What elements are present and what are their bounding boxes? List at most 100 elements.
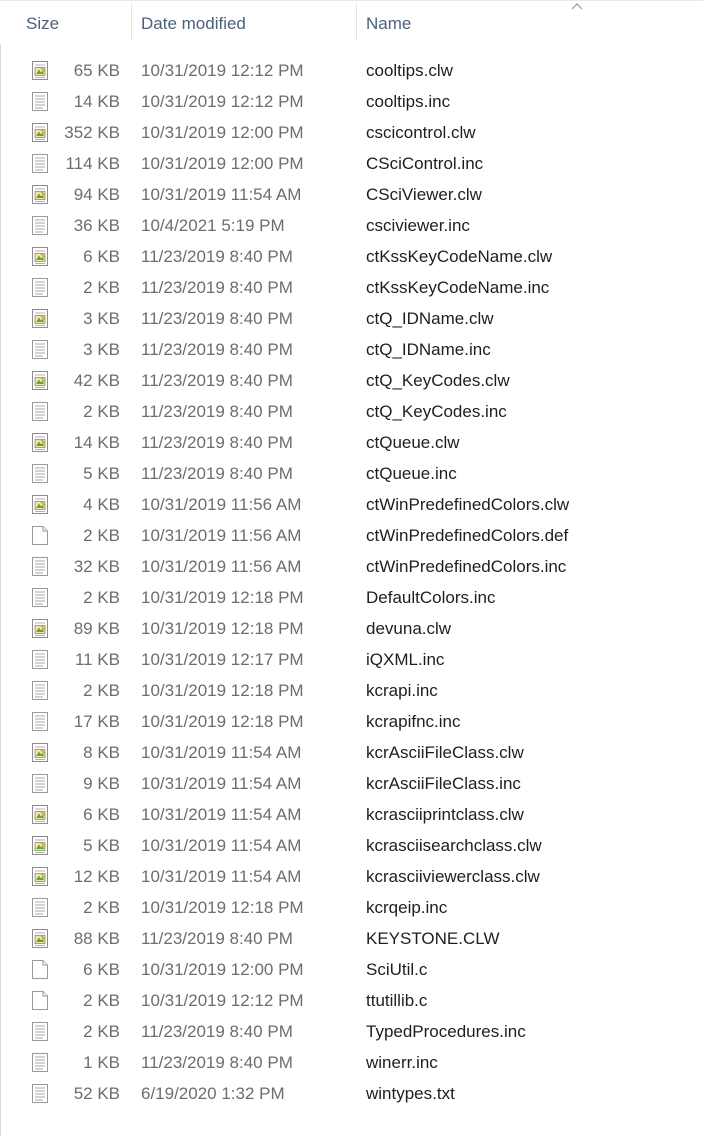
- file-name: SciUtil.c: [366, 960, 428, 979]
- size-column-header[interactable]: Size: [0, 0, 131, 44]
- file-date-modified: 11/23/2019 8:40 PM: [141, 1022, 293, 1041]
- file-row[interactable]: 4 KB 10/31/2019 11:56 AM ctWinPredefinedCo…: [0, 489, 703, 520]
- file-row[interactable]: 2 KB 10/31/2019 11:56 AM ctWinPredefinedCo…: [0, 520, 703, 551]
- file-size: 52 KB: [73, 1084, 120, 1103]
- file-row[interactable]: 6 KB 11/23/2019 8:40 PM ctKssKeyCodeName.c…: [0, 241, 703, 272]
- file-date-modified: 11/23/2019 8:40 PM: [141, 433, 293, 452]
- date-modified-column-header[interactable]: Date modified: [132, 0, 356, 44]
- file-size: 8 KB: [83, 743, 120, 762]
- file-size: 89 KB: [73, 619, 120, 638]
- file-size: 2 KB: [83, 526, 120, 545]
- text-file-icon: [32, 278, 48, 297]
- file-row[interactable]: 3 KB 11/23/2019 8:40 PM ctQ_IDName.inc: [0, 334, 703, 365]
- file-size: 2 KB: [83, 402, 120, 421]
- file-size: 2 KB: [83, 898, 120, 917]
- file-row[interactable]: 88 KB 11/23/2019 8:40 PM KEYSTONE.CLW: [0, 923, 703, 954]
- text-file-icon: [32, 681, 48, 700]
- file-row[interactable]: 65 KB 10/31/2019 12:12 PM cooltips.clw: [0, 55, 703, 86]
- file-row[interactable]: 114 KB 10/31/2019 12:00 PM CSciControl.inc: [0, 148, 703, 179]
- file-size: 9 KB: [83, 774, 120, 793]
- file-size: 2 KB: [83, 681, 120, 700]
- file-row[interactable]: 2 KB 11/23/2019 8:40 PM TypedProcedures.in…: [0, 1016, 703, 1047]
- file-size: 12 KB: [73, 867, 120, 886]
- file-row[interactable]: 6 KB 10/31/2019 12:00 PM SciUtil.c: [0, 954, 703, 985]
- file-row[interactable]: 5 KB 10/31/2019 11:54 AM kcrasciisearchcla…: [0, 830, 703, 861]
- file-size: 3 KB: [83, 309, 120, 328]
- file-row[interactable]: 5 KB 11/23/2019 8:40 PM ctQueue.inc: [0, 458, 703, 489]
- file-row[interactable]: 17 KB 10/31/2019 12:18 PM kcrapifnc.inc: [0, 706, 703, 737]
- file-size: 42 KB: [73, 371, 120, 390]
- clw-file-icon: [32, 123, 48, 142]
- file-name: kcrqeip.inc: [366, 898, 448, 917]
- file-size: 36 KB: [73, 216, 120, 235]
- file-row[interactable]: 6 KB 10/31/2019 11:54 AM kcrasciiprintclas…: [0, 799, 703, 830]
- file-date-modified: 10/31/2019 12:18 PM: [141, 619, 304, 638]
- file-row[interactable]: 14 KB 10/31/2019 12:12 PM cooltips.inc: [0, 86, 703, 117]
- text-file-icon: [32, 340, 48, 359]
- file-name: ctQ_KeyCodes.clw: [366, 371, 510, 390]
- clw-file-icon: [32, 495, 48, 514]
- file-name: iQXML.inc: [366, 650, 445, 669]
- text-file-icon: [32, 92, 48, 111]
- file-name: ctQ_IDName.inc: [366, 340, 491, 359]
- text-file-icon: [32, 1084, 48, 1103]
- file-row[interactable]: 2 KB 10/31/2019 12:12 PM ttutillib.c: [0, 985, 703, 1016]
- blank-file-icon: [32, 960, 48, 979]
- file-row[interactable]: 2 KB 10/31/2019 12:18 PM kcrqeip.inc: [0, 892, 703, 923]
- file-row[interactable]: 36 KB 10/4/2021 5:19 PM csciviewer.inc: [0, 210, 703, 241]
- file-row[interactable]: 2 KB 11/23/2019 8:40 PM ctQ_KeyCodes.inc: [0, 396, 703, 427]
- text-file-icon: [32, 216, 48, 235]
- file-name: ctWinPredefinedColors.clw: [366, 495, 570, 514]
- file-row[interactable]: 8 KB 10/31/2019 11:54 AM kcrAsciiFileClass…: [0, 737, 703, 768]
- file-row[interactable]: 14 KB 11/23/2019 8:40 PM ctQueue.clw: [0, 427, 703, 458]
- file-date-modified: 10/31/2019 12:00 PM: [141, 960, 304, 979]
- file-row[interactable]: 2 KB 10/31/2019 12:18 PM DefaultColors.inc: [0, 582, 703, 613]
- file-row[interactable]: 3 KB 11/23/2019 8:40 PM ctQ_IDName.clw: [0, 303, 703, 334]
- text-file-icon: [32, 650, 48, 669]
- file-row[interactable]: 94 KB 10/31/2019 11:54 AM CSciViewer.clw: [0, 179, 703, 210]
- file-size: 2 KB: [83, 588, 120, 607]
- clw-file-icon: [32, 836, 48, 855]
- file-name: csciviewer.inc: [366, 216, 470, 235]
- file-name: ctWinPredefinedColors.def: [366, 526, 569, 545]
- file-date-modified: 11/23/2019 8:40 PM: [141, 1053, 293, 1072]
- file-row[interactable]: 2 KB 10/31/2019 12:18 PM kcrapi.inc: [0, 675, 703, 706]
- clw-file-icon: [32, 805, 48, 824]
- file-row[interactable]: 1 KB 11/23/2019 8:40 PM winerr.inc: [0, 1047, 703, 1078]
- file-date-modified: 11/23/2019 8:40 PM: [141, 929, 293, 948]
- file-size: 5 KB: [83, 464, 120, 483]
- file-date-modified: 11/23/2019 8:40 PM: [141, 340, 293, 359]
- file-name: ctKssKeyCodeName.clw: [366, 247, 553, 266]
- file-size: 4 KB: [83, 495, 120, 514]
- file-size: 6 KB: [83, 960, 120, 979]
- file-name: CSciViewer.clw: [366, 185, 482, 204]
- clw-file-icon: [32, 247, 48, 266]
- file-name: kcrapifnc.inc: [366, 712, 461, 731]
- name-column-header[interactable]: Name: [357, 0, 703, 44]
- file-row[interactable]: 12 KB 10/31/2019 11:54 AM kcrasciiviewercl…: [0, 861, 703, 892]
- file-size: 88 KB: [73, 929, 120, 948]
- file-row[interactable]: 52 KB 6/19/2020 1:32 PM wintypes.txt: [0, 1078, 703, 1109]
- file-size: 6 KB: [83, 247, 120, 266]
- file-size: 114 KB: [65, 154, 120, 173]
- file-date-modified: 10/31/2019 12:18 PM: [141, 712, 304, 731]
- file-date-modified: 10/31/2019 11:56 AM: [141, 526, 302, 545]
- text-file-icon: [32, 402, 48, 421]
- file-name: ctQueue.clw: [366, 433, 460, 452]
- file-row[interactable]: 352 KB 10/31/2019 12:00 PM cscicontrol.clw: [0, 117, 703, 148]
- file-row[interactable]: 2 KB 11/23/2019 8:40 PM ctKssKeyCodeName.i…: [0, 272, 703, 303]
- clw-file-icon: [32, 433, 48, 452]
- file-row[interactable]: 11 KB 10/31/2019 12:17 PM iQXML.inc: [0, 644, 703, 675]
- clw-file-icon: [32, 743, 48, 762]
- file-name: ctWinPredefinedColors.inc: [366, 557, 567, 576]
- file-row[interactable]: 32 KB 10/31/2019 11:56 AM ctWinPredefinedC…: [0, 551, 703, 582]
- file-date-modified: 10/31/2019 11:54 AM: [141, 805, 302, 824]
- clw-file-icon: [32, 309, 48, 328]
- file-name: kcrasciiviewerclass.clw: [366, 867, 540, 886]
- file-size: 2 KB: [83, 278, 120, 297]
- file-date-modified: 11/23/2019 8:40 PM: [141, 247, 293, 266]
- file-row[interactable]: 42 KB 11/23/2019 8:40 PM ctQ_KeyCodes.clw: [0, 365, 703, 396]
- file-row[interactable]: 9 KB 10/31/2019 11:54 AM kcrAsciiFileClass…: [0, 768, 703, 799]
- file-row[interactable]: 89 KB 10/31/2019 12:18 PM devuna.clw: [0, 613, 703, 644]
- file-size: 6 KB: [83, 805, 120, 824]
